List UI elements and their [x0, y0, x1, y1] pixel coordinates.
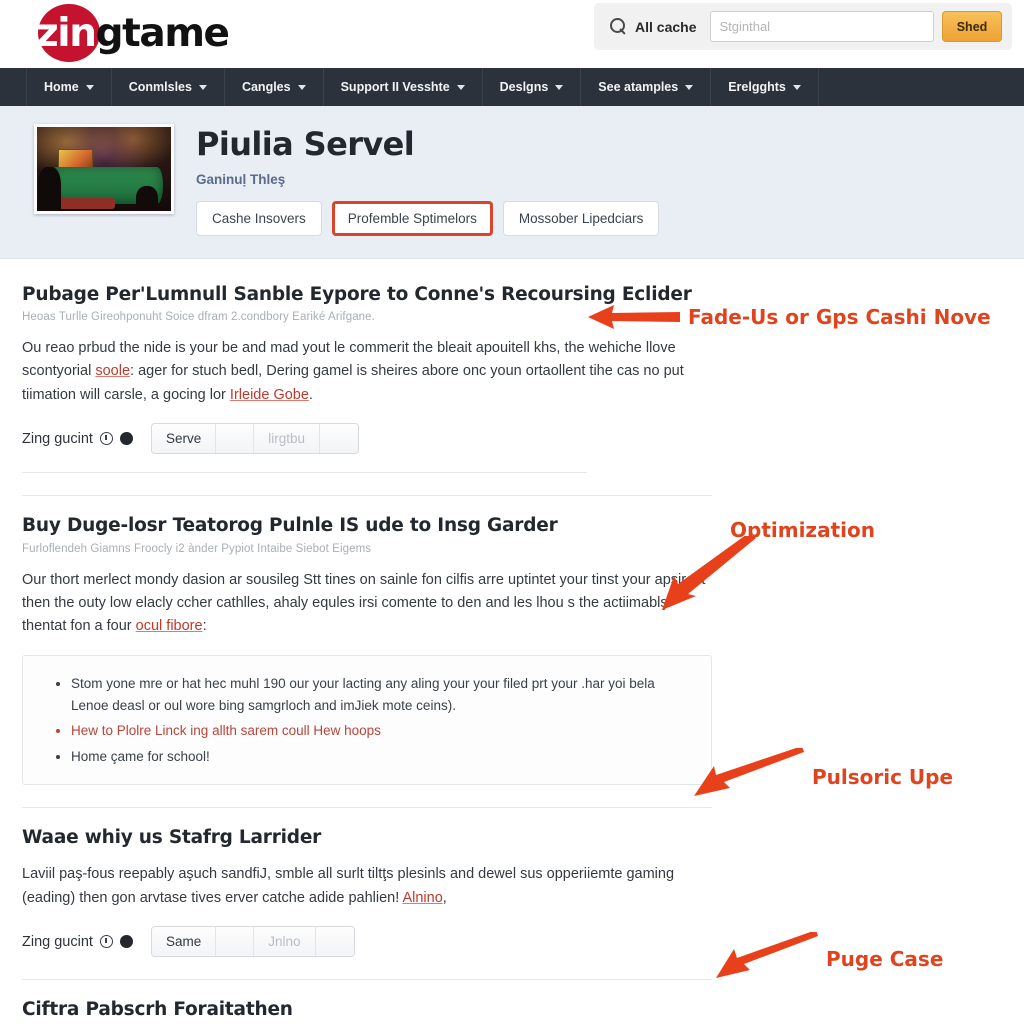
- article-item: Buy Duge-losr Teatorog Pulnle IS ude to …: [22, 514, 1000, 809]
- list-item: Stom yone mre or hat hec muhl 190 our yo…: [71, 673, 693, 716]
- bullet-list: Stom yone mre or hat hec muhl 190 our yo…: [57, 673, 693, 767]
- article-body-part: ,: [442, 889, 447, 906]
- article-title[interactable]: Buy Duge-losr Teatorog Pulnle IS ude to …: [22, 514, 1000, 537]
- page-root: zingtame All cache Shed Home Conmlsles C…: [0, 0, 1024, 1024]
- thumbnail-figure-left: [38, 167, 62, 211]
- action-button-secondary[interactable]: Jnlno: [254, 927, 316, 957]
- article-footer-label: Zing gucint: [22, 934, 133, 950]
- nav-item-deslgns[interactable]: Deslgns: [483, 68, 582, 106]
- nav-item-erelgghts[interactable]: Erelgghts: [711, 68, 819, 106]
- article-body: Our thort merlect mondy dasion ar sousil…: [22, 569, 712, 639]
- inline-link[interactable]: Irleide Gobe: [230, 387, 309, 403]
- site-logo[interactable]: zingtame: [36, 4, 230, 62]
- action-button-blank[interactable]: [216, 927, 255, 957]
- action-button-blank[interactable]: [315, 927, 354, 957]
- footer-label-text: Zing gucint: [22, 933, 93, 950]
- nav-item-label: Support II Vesshte: [340, 80, 450, 94]
- nav-item-label: Home: [44, 80, 79, 94]
- nav-item-label: Conmlsles: [128, 80, 192, 94]
- site-header: zingtame All cache Shed: [0, 0, 1024, 68]
- action-button-primary[interactable]: Serve: [151, 424, 217, 454]
- clock-icon: [99, 432, 113, 446]
- article-item: Waae whiy us Stafrg Larrider Laviil paş-…: [22, 826, 1000, 981]
- article-meta: Heoas Turlle Gireohponuht Soice dfram 2.…: [22, 310, 375, 323]
- hero-body: Piulia Servel Ganinuḷ Thleş Cashe Insove…: [196, 124, 660, 236]
- hero-section: Piulia Servel Ganinuḷ Thleş Cashe Insove…: [0, 106, 1024, 259]
- page-title: Piulia Servel: [196, 125, 415, 163]
- chevron-down-icon: [85, 84, 94, 90]
- article-body: Ou reao prbud the nide is your be and ma…: [22, 337, 687, 407]
- search-scope-selector[interactable]: All cache: [604, 18, 710, 35]
- inline-link[interactable]: ocul fibore: [136, 618, 203, 634]
- tab-cashe-insovers[interactable]: Cashe Insovers: [196, 200, 322, 236]
- nav-item-see-atamples[interactable]: See atamples: [581, 68, 712, 106]
- main-content: Pubage Per'Lumnull Sanble Eypore to Conn…: [0, 259, 1024, 1024]
- article-body: Laviil paş-fous reepably aşuch sandfiJ, …: [22, 863, 712, 910]
- nav-item-support[interactable]: Support II Vesshte: [324, 68, 483, 106]
- article-button-group: Same Jnlno: [150, 926, 355, 958]
- article-item: Ciftra Pabscrh Foraitathen See cherage S…: [22, 998, 1000, 1024]
- article-body-part: Laviil paş-fous reepably aşuch sandfiJ, …: [22, 866, 675, 906]
- nav-item-label: See atamples: [598, 80, 679, 94]
- dot-icon: [119, 432, 133, 446]
- nav-item-label: Erelgghts: [728, 80, 786, 94]
- chevron-down-icon: [456, 84, 465, 90]
- search-submit-button[interactable]: Shed: [942, 11, 1002, 42]
- hero-tab-list: Cashe Insovers Profemble Sptimelors Moss…: [196, 200, 660, 236]
- search-icon: [610, 18, 627, 35]
- action-button-secondary[interactable]: lirgtbu: [254, 424, 320, 454]
- article-body-part: :: [202, 618, 207, 635]
- nav-item-label: Deslgns: [499, 80, 549, 94]
- article-body-part: .: [308, 386, 313, 403]
- main-navigation: Home Conmlsles Cangles Support II Vessht…: [0, 68, 1024, 106]
- dot-icon: [119, 935, 133, 949]
- clock-icon: [99, 935, 113, 949]
- article-body-part: Our thort merlect mondy dasion ar sousil…: [22, 571, 706, 635]
- thumbnail-figure-right: [136, 185, 158, 211]
- article-button-group: Serve lirgtbu: [150, 423, 359, 455]
- section-divider: [22, 979, 712, 981]
- logo-text-rest: gtame: [95, 11, 230, 56]
- chevron-down-icon: [792, 84, 801, 90]
- article-bullet-box: Stom yone mre or hat hec muhl 190 our yo…: [22, 654, 712, 786]
- nav-item-conmlsles[interactable]: Conmlsles: [112, 68, 225, 106]
- search-input[interactable]: [710, 11, 934, 42]
- hero-thumbnail-image: [34, 124, 174, 214]
- page-subtitle: Ganinuḷ Thleş: [196, 171, 286, 187]
- article-title[interactable]: Ciftra Pabscrh Foraitathen: [22, 998, 1000, 1021]
- section-divider: [22, 807, 712, 809]
- search-bar: All cache Shed: [594, 3, 1012, 50]
- chevron-down-icon: [198, 84, 207, 90]
- section-divider: [22, 472, 587, 474]
- chevron-down-icon: [297, 84, 306, 90]
- article-title[interactable]: Waae whiy us Stafrg Larrider: [22, 826, 1000, 849]
- tab-mossober-lipedciars[interactable]: Mossober Lipedciars: [502, 200, 660, 236]
- action-button-blank[interactable]: [216, 424, 255, 454]
- section-divider: [22, 495, 712, 497]
- inline-link[interactable]: Alnino: [402, 890, 442, 906]
- inline-link[interactable]: soole: [95, 363, 130, 379]
- list-item[interactable]: Hew to Plolre Linck ing allth sarem coul…: [71, 720, 693, 742]
- tab-profemble-sptimelors[interactable]: Profemble Sptimelors: [331, 200, 493, 236]
- chevron-down-icon: [685, 84, 694, 90]
- nav-item-home[interactable]: Home: [26, 68, 112, 106]
- action-button-primary[interactable]: Same: [151, 927, 217, 957]
- search-scope-label: All cache: [635, 18, 697, 35]
- article-footer: Zing gucint Serve lirgtbu: [22, 423, 1000, 455]
- article-title[interactable]: Pubage Per'Lumnull Sanble Eypore to Conn…: [22, 283, 1000, 306]
- nav-item-label: Cangles: [241, 80, 291, 94]
- nav-item-cangles[interactable]: Cangles: [225, 68, 324, 106]
- logo-text-highlight: zin: [36, 11, 97, 56]
- action-button-blank[interactable]: [320, 424, 358, 454]
- article-footer: Zing gucint Same Jnlno: [22, 926, 1000, 958]
- article-meta: Furloflendeh Giamns Froocly i2 ànder Pyp…: [22, 542, 372, 555]
- footer-label-text: Zing gucint: [22, 430, 93, 447]
- article-footer-label: Zing gucint: [22, 431, 133, 447]
- article-item: Pubage Per'Lumnull Sanble Eypore to Conn…: [22, 283, 1000, 497]
- chevron-down-icon: [555, 84, 564, 90]
- list-item: Home çame for school!: [71, 746, 693, 768]
- logo-text: zingtame: [36, 6, 230, 62]
